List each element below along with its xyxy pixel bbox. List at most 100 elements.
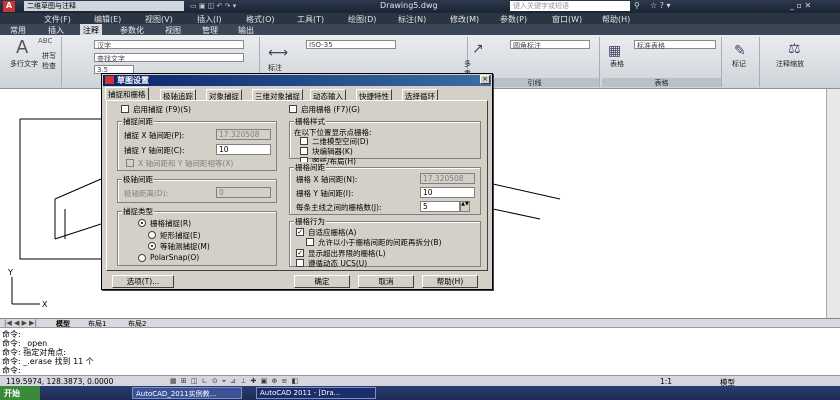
- grid-spacing-title: 栅格间距: [294, 162, 326, 173]
- table-panel: ▦ 表格 标准表格 表格: [602, 37, 722, 87]
- text-panel-left: A 多行文字 ABC 拼写检查: [4, 37, 62, 87]
- markup-button[interactable]: 标记: [732, 59, 746, 69]
- layout-nav-icons[interactable]: |◀ ◀ ▶ ▶|: [4, 319, 37, 327]
- annoscale-icon[interactable]: ⚖: [788, 41, 801, 57]
- workspace-select[interactable]: 二维草图与注释: [24, 1, 184, 11]
- follow-ucs-checkbox[interactable]: [296, 259, 304, 267]
- iso-snap-radio[interactable]: [148, 242, 156, 250]
- search-icon[interactable]: ⚲: [634, 1, 640, 10]
- grid-x-label: 栅格 X 轴间距(N):: [296, 175, 358, 184]
- dialog-app-icon: [105, 76, 114, 84]
- taskbar-item-autocad[interactable]: AutoCAD 2011 - [Dra...: [256, 387, 376, 399]
- grid-on-checkbox[interactable]: [289, 105, 297, 113]
- polar-snap-label: PolarSnap(O): [150, 253, 200, 262]
- table-button[interactable]: 表格: [610, 59, 624, 69]
- snap-on-checkbox[interactable]: [121, 105, 129, 113]
- quick-access-icons[interactable]: ▭ ▣ ◫ ↶ ↷ ▾: [190, 2, 236, 10]
- grid-style-group: 栅格样式 在以下位置显示点栅格: 二维模型空间(D) 块编辑器(K) 图纸/布局…: [289, 116, 481, 166]
- rect-snap-radio[interactable]: [148, 231, 156, 239]
- window-controls[interactable]: _ ▫ ✕: [790, 1, 811, 10]
- search-input[interactable]: 键入关键字或短语: [510, 1, 630, 11]
- iso-snap-label: 等轴测捕捉(M): [160, 242, 210, 251]
- help-icons[interactable]: ☆ ? ▾: [650, 1, 671, 10]
- snap-x-field[interactable]: 17.320508: [216, 129, 271, 140]
- ribbon-tab-annotate[interactable]: 注释: [80, 24, 102, 35]
- polar-snap-radio[interactable]: [138, 254, 146, 262]
- dialog-close-button[interactable]: ×: [480, 75, 490, 84]
- tab-selection-cycling[interactable]: 选择循环: [402, 89, 438, 101]
- dim-style-select[interactable]: ISO-35: [306, 40, 396, 49]
- tab-osnap[interactable]: 对象捕捉: [206, 89, 242, 101]
- help-button[interactable]: 帮助(H): [422, 275, 478, 288]
- grid-block-checkbox[interactable]: [300, 147, 308, 155]
- taskbar-item-book[interactable]: AutoCAD_2011实例教...: [132, 387, 242, 399]
- mtext-icon[interactable]: A: [16, 37, 28, 58]
- drawing-line: [54, 223, 102, 240]
- table-icon[interactable]: ▦: [608, 43, 621, 59]
- taskbar: 开始 AutoCAD_2011实例教... AutoCAD 2011 - [Dr…: [0, 386, 840, 400]
- grid-spacing-group: 栅格间距 栅格 X 轴间距(N): 17.320508 栅格 Y 轴间距(I):…: [289, 162, 481, 215]
- annoscale-panel: ⚖ 注释缩放: [762, 37, 836, 87]
- snap-spacing-group: 捕捉间距 捕捉 X 轴间距(P): 17.320508 捕捉 Y 轴间距(C):…: [117, 116, 277, 171]
- beyond-limits-checkbox[interactable]: ✓: [296, 249, 304, 257]
- ucs-y-label: Y: [7, 268, 13, 277]
- ucs-x-label: X: [42, 300, 48, 309]
- major-lines-spinner[interactable]: ▲▼: [460, 201, 470, 212]
- annoscale-button[interactable]: 注释缩放: [776, 59, 804, 69]
- drawing-line: [19, 119, 101, 260]
- annotation-scale[interactable]: 1:1: [660, 377, 672, 386]
- text-style-select[interactable]: 汉字: [94, 40, 244, 50]
- major-lines-field[interactable]: 5: [420, 201, 460, 212]
- markup-icon[interactable]: ✎: [734, 43, 746, 59]
- grid-x-field[interactable]: 17.320508: [420, 173, 475, 184]
- layout-tabs: |◀ ◀ ▶ ▶| 模型 布局1 布局2: [0, 318, 840, 328]
- app-logo-icon[interactable]: A: [3, 1, 15, 12]
- options-button[interactable]: 选项(T)...: [112, 275, 174, 288]
- drawing-line: [492, 183, 561, 200]
- equal-spacing-checkbox[interactable]: [126, 159, 134, 167]
- table-style-select[interactable]: 标准表格: [634, 40, 716, 50]
- leader-style-select[interactable]: 圆角标注: [510, 40, 590, 50]
- title-bar: A 二维草图与注释 ▭ ▣ ◫ ↶ ↷ ▾ Drawing5.dwg 键入关键字…: [0, 0, 840, 13]
- tab-3d-osnap[interactable]: 三维对象捕捉: [252, 89, 303, 101]
- adaptive-grid-checkbox[interactable]: ✓: [296, 228, 304, 236]
- snap-on-label: 启用捕捉 (F9)(S): [133, 105, 191, 114]
- grid-model-checkbox[interactable]: [300, 137, 308, 145]
- tab-snap-grid[interactable]: 捕捉和栅格: [105, 87, 149, 100]
- menu-bar: 文件(F) 编辑(E) 视图(V) 插入(I) 格式(O) 工具(T) 绘图(D…: [0, 13, 840, 24]
- follow-ucs-label: 遵循动态 UCS(U): [308, 259, 368, 268]
- start-button[interactable]: 开始: [0, 386, 40, 400]
- cancel-button[interactable]: 取消: [358, 275, 414, 288]
- subdivide-checkbox[interactable]: [306, 238, 314, 246]
- drafting-settings-dialog: 草图设置 × 捕捉和栅格 极轴追踪 对象捕捉 三维对象捕捉 动态输入 快捷特性 …: [101, 73, 493, 290]
- snap-type-group: 捕捉类型 栅格捕捉(R) 矩形捕捉(E) 等轴测捕捉(M) PolarSnap(…: [117, 206, 277, 266]
- canvas-vertical-scrollbar[interactable]: [826, 89, 840, 318]
- grid-snap-radio[interactable]: [138, 219, 146, 227]
- spell-icon[interactable]: ABC: [38, 37, 52, 45]
- dialog-title: 草图设置: [103, 75, 491, 86]
- snap-type-title: 捕捉类型: [122, 206, 154, 217]
- text-find-input[interactable]: 查找文字: [94, 53, 244, 63]
- status-bar: 119.5974, 128.3873, 0.0000 ▦ ⊞ ◫ ∟ ⊙ ⌖ ⊿…: [0, 375, 840, 387]
- mtext-button[interactable]: 多行文字: [10, 59, 38, 69]
- major-lines-label: 每条主线之间的栅格数(J):: [296, 203, 382, 212]
- ok-button[interactable]: 确定: [294, 275, 350, 288]
- snap-y-field[interactable]: 10: [216, 144, 271, 155]
- command-window[interactable]: 命令: 命令: _open 命令: 指定对角点: 命令: _.erase 找到 …: [0, 327, 840, 375]
- polar-distance-label: 极轴距离(D):: [124, 189, 169, 198]
- subdivide-label: 允许以小于栅格间距的间距再拆分(B): [318, 238, 442, 247]
- ribbon-tabs: 常用 插入 注释 参数化 视图 管理 输出: [0, 24, 840, 35]
- tab-dynamic-input[interactable]: 动态输入: [310, 89, 346, 101]
- spell-check-button[interactable]: 拼写检查: [42, 51, 60, 71]
- dimension-button[interactable]: 标注: [268, 63, 282, 73]
- dimension-icon[interactable]: ⟷: [268, 45, 288, 61]
- snap-spacing-title: 捕捉间距: [122, 116, 154, 127]
- polar-distance-field[interactable]: 0: [216, 187, 271, 198]
- table-panel-label: 表格: [602, 78, 721, 87]
- drafting-toggle-icons[interactable]: ▦ ⊞ ◫ ∟ ⊙ ⌖ ⊿ ⊥ ✚ ▣ ⊕ ≡ ◧: [170, 377, 299, 386]
- tab-quick-props[interactable]: 快捷特性: [356, 89, 392, 101]
- grid-y-field[interactable]: 10: [420, 187, 475, 198]
- window-title: Drawing5.dwg: [380, 1, 438, 10]
- grid-on-label: 启用栅格 (F7)(G): [301, 105, 360, 114]
- tab-polar[interactable]: 极轴追踪: [160, 89, 196, 101]
